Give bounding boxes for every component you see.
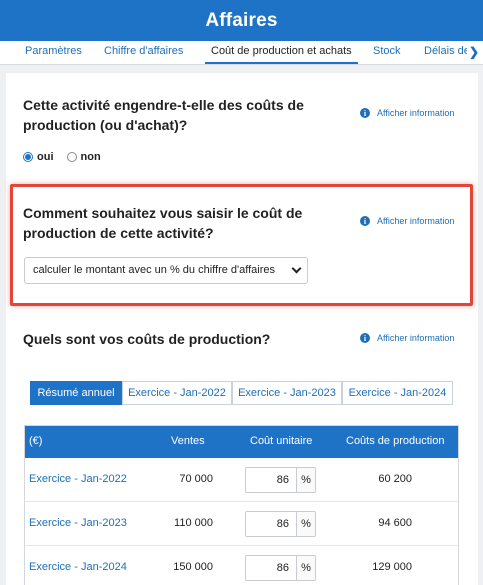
info-link-q1[interactable]: i Afficher information: [360, 108, 454, 118]
input-method-select[interactable]: calculer le montant avec un % du chiffre…: [24, 257, 308, 284]
tab-scroll-right-icon[interactable]: ❯: [467, 44, 481, 60]
table-header: (€) Ventes Coût unitaire Coûts de produc…: [25, 426, 458, 458]
segment-resume-annuel[interactable]: Résumé annuel: [30, 381, 122, 405]
table-row: Exercice - Jan-2024 150 000 86 % 129 000: [25, 546, 458, 585]
question-costs-title: Cette activité engendre-t-elle des coûts…: [23, 97, 304, 133]
table-row: Exercice - Jan-2023 110 000 86 % 94 600: [25, 502, 458, 546]
percent-addon: %: [296, 511, 316, 537]
col-couts-production: Coûts de production: [346, 435, 445, 447]
app-header: Affaires: [0, 0, 483, 41]
info-icon: i: [360, 216, 370, 226]
percent-addon: %: [296, 467, 316, 493]
info-link-q3[interactable]: i Afficher information: [360, 333, 454, 343]
col-currency: (€): [29, 435, 43, 447]
info-icon: i: [360, 333, 370, 343]
question-input-method-title: Comment souhaitez vous saisir le coût de…: [23, 205, 303, 241]
production-cost-table: (€) Ventes Coût unitaire Coûts de produc…: [24, 425, 459, 585]
segment-jan-2022[interactable]: Exercice - Jan-2022: [122, 381, 232, 405]
tab-stock[interactable]: Stock: [373, 41, 401, 64]
table-row: Exercice - Jan-2022 70 000 86 % 60 200: [25, 458, 458, 502]
unit-cost-input[interactable]: 86: [245, 555, 297, 581]
radio-non[interactable]: [66, 152, 77, 162]
chevron-down-icon: [291, 263, 302, 274]
col-ventes: Ventes: [171, 435, 205, 447]
tab-delais[interactable]: Délais de: [424, 41, 470, 64]
costs-radio-group: oui non: [23, 151, 114, 163]
unit-cost-input[interactable]: 86: [245, 511, 297, 537]
tab-chiffre-affaires[interactable]: Chiffre d'affaires: [104, 41, 183, 64]
tab-bar: Paramètres Chiffre d'affaires Coût de pr…: [0, 41, 483, 65]
segment-jan-2023[interactable]: Exercice - Jan-2023: [232, 381, 342, 405]
segment-jan-2024[interactable]: Exercice - Jan-2024: [342, 381, 453, 405]
col-cout-unitaire: Coût unitaire: [250, 435, 313, 447]
percent-addon: %: [296, 555, 316, 581]
question-production-costs-title: Quels sont vos coûts de production?: [23, 331, 271, 347]
tab-cout-production[interactable]: Coût de production et achats: [205, 41, 358, 64]
info-icon: i: [360, 108, 370, 118]
tab-parametres[interactable]: Paramètres: [25, 41, 82, 64]
info-link-q2[interactable]: i Afficher information: [360, 216, 454, 226]
page-title: Affaires: [205, 9, 278, 31]
unit-cost-input[interactable]: 86: [245, 467, 297, 493]
radio-oui[interactable]: [23, 152, 33, 162]
